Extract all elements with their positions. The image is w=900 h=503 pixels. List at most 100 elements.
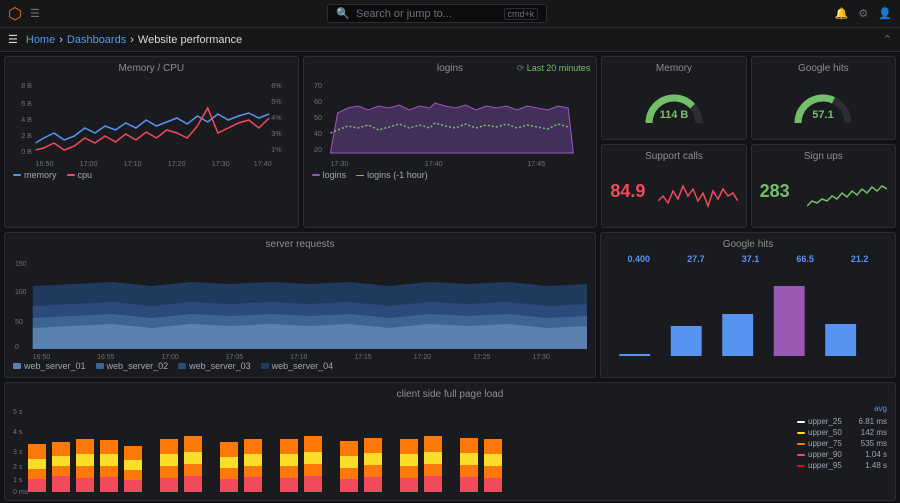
svg-text:100: 100 [15,289,27,296]
svg-text:17:45: 17:45 [527,160,545,168]
svg-text:17:40: 17:40 [424,160,442,168]
collapse-icon[interactable]: ⌃ [883,33,892,46]
server-requests-panel: server requests 150 100 50 0 16:50 16:55… [4,232,596,378]
legend-web2: web_server_02 [96,361,169,371]
a-series-val: 0.400 [628,254,651,264]
time-range: ⟳ Last 20 minutes [517,63,591,74]
memory-gauge: 114 B [639,78,709,133]
svg-text:17:30: 17:30 [212,160,230,168]
memory-title: Memory [610,63,737,74]
svg-text:60: 60 [314,98,322,106]
svg-text:114 B: 114 B [660,109,689,121]
legend-upper50: upper_50 142 ms [797,428,887,437]
svg-text:8 B: 8 B [21,82,32,90]
sign-ups-panel: Sign ups 283 [751,144,896,228]
logins-panel: logins ⟳ Last 20 minutes 70 60 50 40 20 … [303,56,598,228]
svg-text:6 B: 6 B [21,100,32,108]
client-page-load-chart: 5 s 4 s 3 s 2 s 1 s 0 ms [13,404,793,494]
breadcrumb-dashboards[interactable]: Dashboards [67,34,126,46]
svg-text:17:20: 17:20 [414,354,431,359]
svg-text:17:30: 17:30 [330,160,348,168]
memory-gauge-panel: Memory 114 B [601,56,746,140]
logins-chart: 70 60 50 40 20 17:30 17:40 17:45 [312,78,589,168]
right-stats: Memory 114 B Google hits [601,56,896,228]
legend-upper95: upper_95 1.48 s [797,461,887,470]
d-series-val: 66.5 [796,254,814,264]
svg-text:0: 0 [15,344,19,351]
server-requests-chart: 150 100 50 0 16:50 16:55 17:00 17:05 17:… [13,254,587,359]
svg-text:16:55: 16:55 [97,354,114,359]
legend-upper90: upper_90 1.04 s [797,450,887,459]
nav-bar: ☰ Home › Dashboards › Website performanc… [0,28,900,52]
c-series-val: 37.1 [742,254,760,264]
svg-text:6%: 6% [271,82,282,90]
svg-text:17:25: 17:25 [473,354,490,359]
user-icon[interactable]: 👤 [878,7,892,20]
google-hits-gauge: 57.1 [788,78,858,133]
support-calls-value: 84.9 [610,181,645,202]
svg-text:4 s: 4 s [13,429,23,436]
b-series-val: 27.7 [687,254,705,264]
search-placeholder: Search or jump to... [356,8,498,20]
breadcrumb-home[interactable]: Home [26,34,55,46]
breadcrumb-sep2: › [130,34,134,46]
svg-text:17:00: 17:00 [161,354,178,359]
legend-web3: web_server_03 [178,361,251,371]
svg-text:0 B: 0 B [21,148,32,156]
svg-text:1 s: 1 s [13,477,23,484]
svg-text:2 B: 2 B [21,132,32,140]
google-hits-gauge-title: Google hits [760,63,887,74]
memory-cpu-legend: memory cpu [13,170,290,180]
svg-text:2 s: 2 s [13,464,23,471]
svg-text:17:00: 17:00 [80,160,98,168]
google-hits-bar-title: Google hits [609,239,887,250]
svg-text:4%: 4% [271,114,282,122]
avg-label: avg [797,404,887,413]
topbar: ⬡ ☰ 🔍 Search or jump to... cmd+k 🔔 ⚙ 👤 [0,0,900,28]
svg-text:0 ms: 0 ms [13,489,29,494]
support-calls-panel: Support calls 84.9 [601,144,746,228]
client-page-load-panel: client side full page load 5 s 4 s 3 s 2… [4,382,896,501]
memory-cpu-chart: 8 B 6 B 4 B 2 B 0 B 6% 5% 4% 3% 1% 16:50… [13,78,290,168]
client-page-load-row: client side full page load 5 s 4 s 3 s 2… [4,382,896,501]
nav-menu-icon[interactable]: ☰ [8,33,18,46]
topbar-right: 🔔 ⚙ 👤 [835,7,892,20]
legend-cpu: cpu [67,170,93,180]
memory-cpu-title: Memory / CPU [13,63,290,74]
breadcrumb: ☰ Home › Dashboards › Website performanc… [8,33,242,46]
svg-text:5 s: 5 s [13,409,23,416]
svg-text:150: 150 [15,261,27,268]
keyboard-shortcut: cmd+k [504,8,539,20]
legend-memory: memory [13,170,57,180]
support-calls-spark [658,171,738,211]
server-requests-legend: web_server_01 web_server_02 web_server_0… [13,361,587,371]
svg-text:57.1: 57.1 [813,109,834,121]
breadcrumb-sep1: › [59,34,63,46]
hamburger-menu[interactable]: ☰ [30,7,40,20]
search-bar[interactable]: 🔍 Search or jump to... cmd+k [327,4,547,23]
grafana-logo: ⬡ [8,4,22,24]
settings-icon[interactable]: ⚙ [858,7,868,20]
svg-text:17:05: 17:05 [226,354,243,359]
breadcrumb-page: Website performance [138,34,242,46]
support-calls-title: Support calls [610,151,737,162]
svg-text:70: 70 [314,82,322,90]
svg-text:4 B: 4 B [21,116,32,124]
svg-text:17:10: 17:10 [124,160,142,168]
svg-text:3%: 3% [271,130,282,138]
client-page-load-title: client side full page load [13,389,887,400]
svg-text:17:15: 17:15 [354,354,371,359]
e-series-val: 21.2 [851,254,869,264]
sign-ups-title: Sign ups [760,151,887,162]
alert-icon[interactable]: 🔔 [835,7,849,20]
memory-cpu-panel: Memory / CPU 8 B 6 B 4 B 2 B 0 B 6% 5% 4… [4,56,299,228]
svg-text:17:10: 17:10 [290,354,307,359]
svg-text:16:50: 16:50 [33,354,50,359]
svg-text:50: 50 [15,319,23,326]
svg-text:17:30: 17:30 [533,354,550,359]
google-hits-bar-panel: Google hits 0.400 27.7 37.1 66.5 21.2 A-… [600,232,896,378]
svg-text:1%: 1% [271,146,282,154]
legend-upper25: upper_25 6.81 ms [797,417,887,426]
sign-ups-spark [807,171,887,211]
svg-text:5%: 5% [271,98,282,106]
